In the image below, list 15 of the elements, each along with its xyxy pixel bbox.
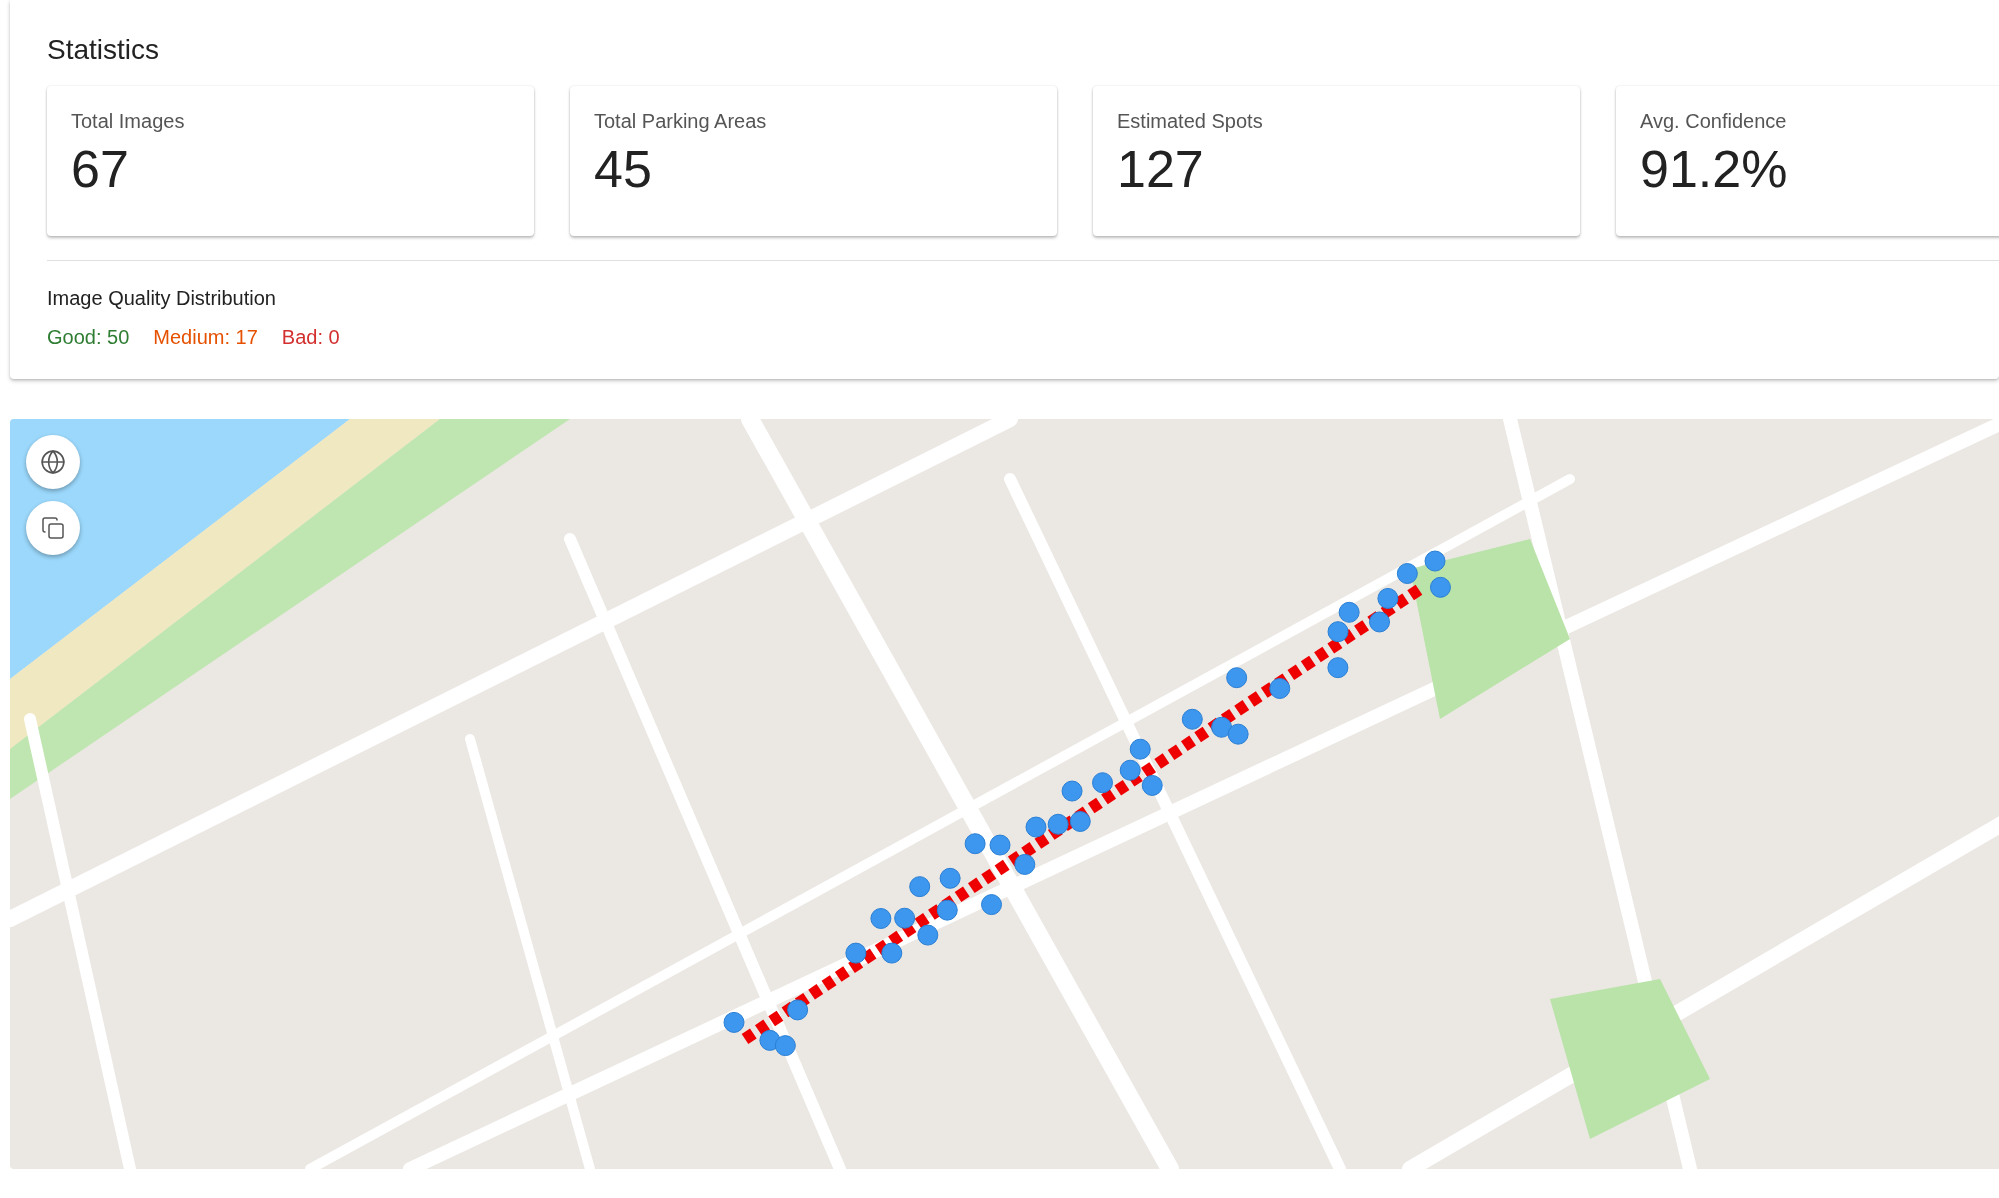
quality-count: Good: 50 <box>47 326 130 349</box>
section-title: Statistics <box>47 34 161 66</box>
quality-count: Medium: 17 <box>153 326 258 349</box>
stat-label: Avg. Confidence <box>1640 110 1788 133</box>
stat-value: 67 <box>71 139 130 199</box>
quality-title: Image Quality Distribution <box>47 287 277 310</box>
globe-icon <box>40 449 66 475</box>
quality-count: Bad: 0 <box>281 326 340 349</box>
stat-label: Total Images <box>71 110 186 133</box>
layers-icon <box>41 516 65 540</box>
stat-label: Estimated Spots <box>1117 110 1264 133</box>
stat-value: 127 <box>1117 139 1205 199</box>
stat-value: 91.2% <box>1640 139 1789 199</box>
stat-value: 45 <box>594 139 653 199</box>
stat-label: Total Parking Areas <box>594 110 768 133</box>
